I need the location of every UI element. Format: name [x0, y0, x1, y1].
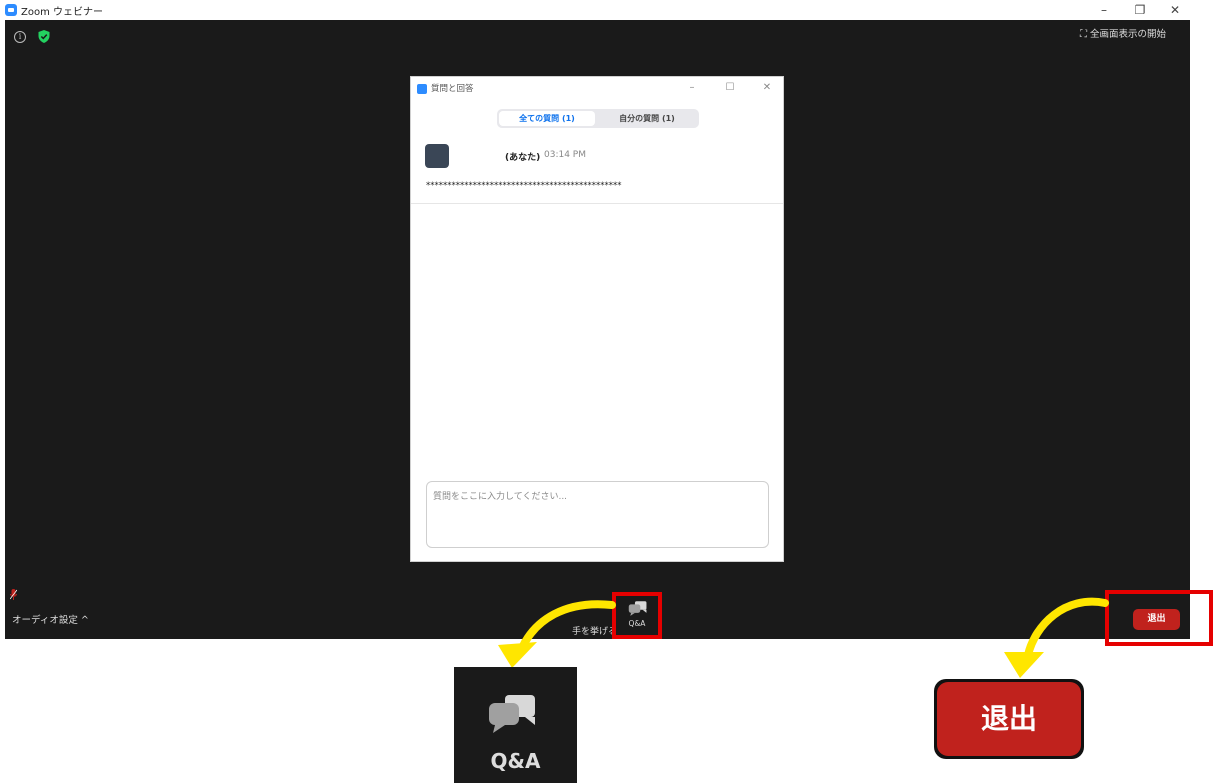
- chat-bubbles-icon: [489, 695, 535, 733]
- qa-maximize-button[interactable]: ☐: [721, 80, 739, 96]
- avatar: [425, 144, 449, 168]
- qa-close-button[interactable]: ✕: [758, 80, 776, 96]
- minimize-window-button[interactable]: –: [1092, 1, 1116, 19]
- enter-fullscreen-button[interactable]: ⛶ 全画面表示の開始: [1080, 27, 1166, 43]
- question-timestamp: 03:14 PM: [544, 150, 586, 160]
- fullscreen-label: 全画面表示の開始: [1090, 29, 1167, 40]
- qa-zoom-callout: Q&A: [454, 667, 577, 783]
- qa-toolbar-label: Q&A: [628, 619, 646, 628]
- qa-dialog-title: 質問と回答: [431, 84, 474, 94]
- window-title: Zoom ウェビナー: [21, 7, 104, 18]
- question-text: ****************************************…: [426, 181, 622, 191]
- zoom-app-icon: [417, 84, 427, 94]
- qa-toolbar-button[interactable]: Q&A: [612, 592, 662, 639]
- fullscreen-icon: ⛶: [1080, 29, 1087, 40]
- exit-zoom-button: 退出: [937, 682, 1081, 756]
- question-author: (あなた): [505, 153, 541, 163]
- muted-mic-icon[interactable]: [10, 589, 17, 600]
- qa-zoom-label: Q&A: [490, 749, 541, 773]
- qa-callout-arrowhead: [498, 642, 537, 668]
- qa-minimize-button[interactable]: –: [683, 80, 701, 96]
- info-icon[interactable]: i: [14, 31, 26, 43]
- restore-window-button[interactable]: ❐: [1128, 1, 1152, 19]
- exit-button[interactable]: 退出: [1133, 609, 1180, 630]
- exit-callout-arrowhead: [1004, 652, 1044, 678]
- audio-settings-button[interactable]: オーディオ設定 ^: [12, 612, 89, 626]
- qa-tab-group: 全ての質問 (1) 自分の質問 (1): [497, 109, 699, 128]
- divider: [411, 203, 783, 204]
- tab-my-questions[interactable]: 自分の質問 (1): [597, 111, 697, 126]
- zoom-app-icon: [5, 4, 17, 16]
- question-input[interactable]: [426, 481, 769, 548]
- close-window-button[interactable]: ✕: [1163, 1, 1187, 19]
- chat-bubbles-icon: [628, 601, 647, 616]
- exit-zoom-callout: 退出: [934, 679, 1084, 759]
- shield-check-icon[interactable]: [38, 30, 50, 43]
- tab-all-questions[interactable]: 全ての質問 (1): [499, 111, 595, 126]
- qa-dialog: 質問と回答 – ☐ ✕ 全ての質問 (1) 自分の質問 (1) (あなた) 03…: [410, 76, 784, 562]
- raise-hand-button[interactable]: 手を挙げる: [572, 624, 617, 637]
- window-title-bar: Zoom ウェビナー – ❐ ✕: [0, 0, 1218, 20]
